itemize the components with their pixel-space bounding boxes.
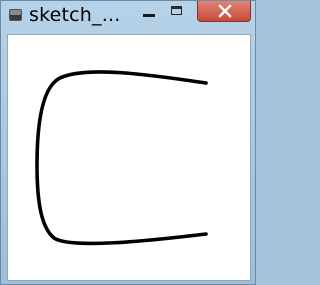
window-title: sketch_...: [29, 4, 121, 26]
app-cube-icon: [8, 7, 23, 22]
maximize-button[interactable]: [167, 4, 189, 20]
app-window: sketch_...: [0, 0, 256, 285]
close-button[interactable]: [197, 1, 251, 22]
drawn-bracket-stroke: [35, 70, 208, 246]
minimize-button[interactable]: [139, 6, 161, 22]
title-bar[interactable]: sketch_...: [1, 1, 255, 32]
sketch-canvas[interactable]: [7, 34, 251, 281]
close-icon: [218, 4, 232, 18]
